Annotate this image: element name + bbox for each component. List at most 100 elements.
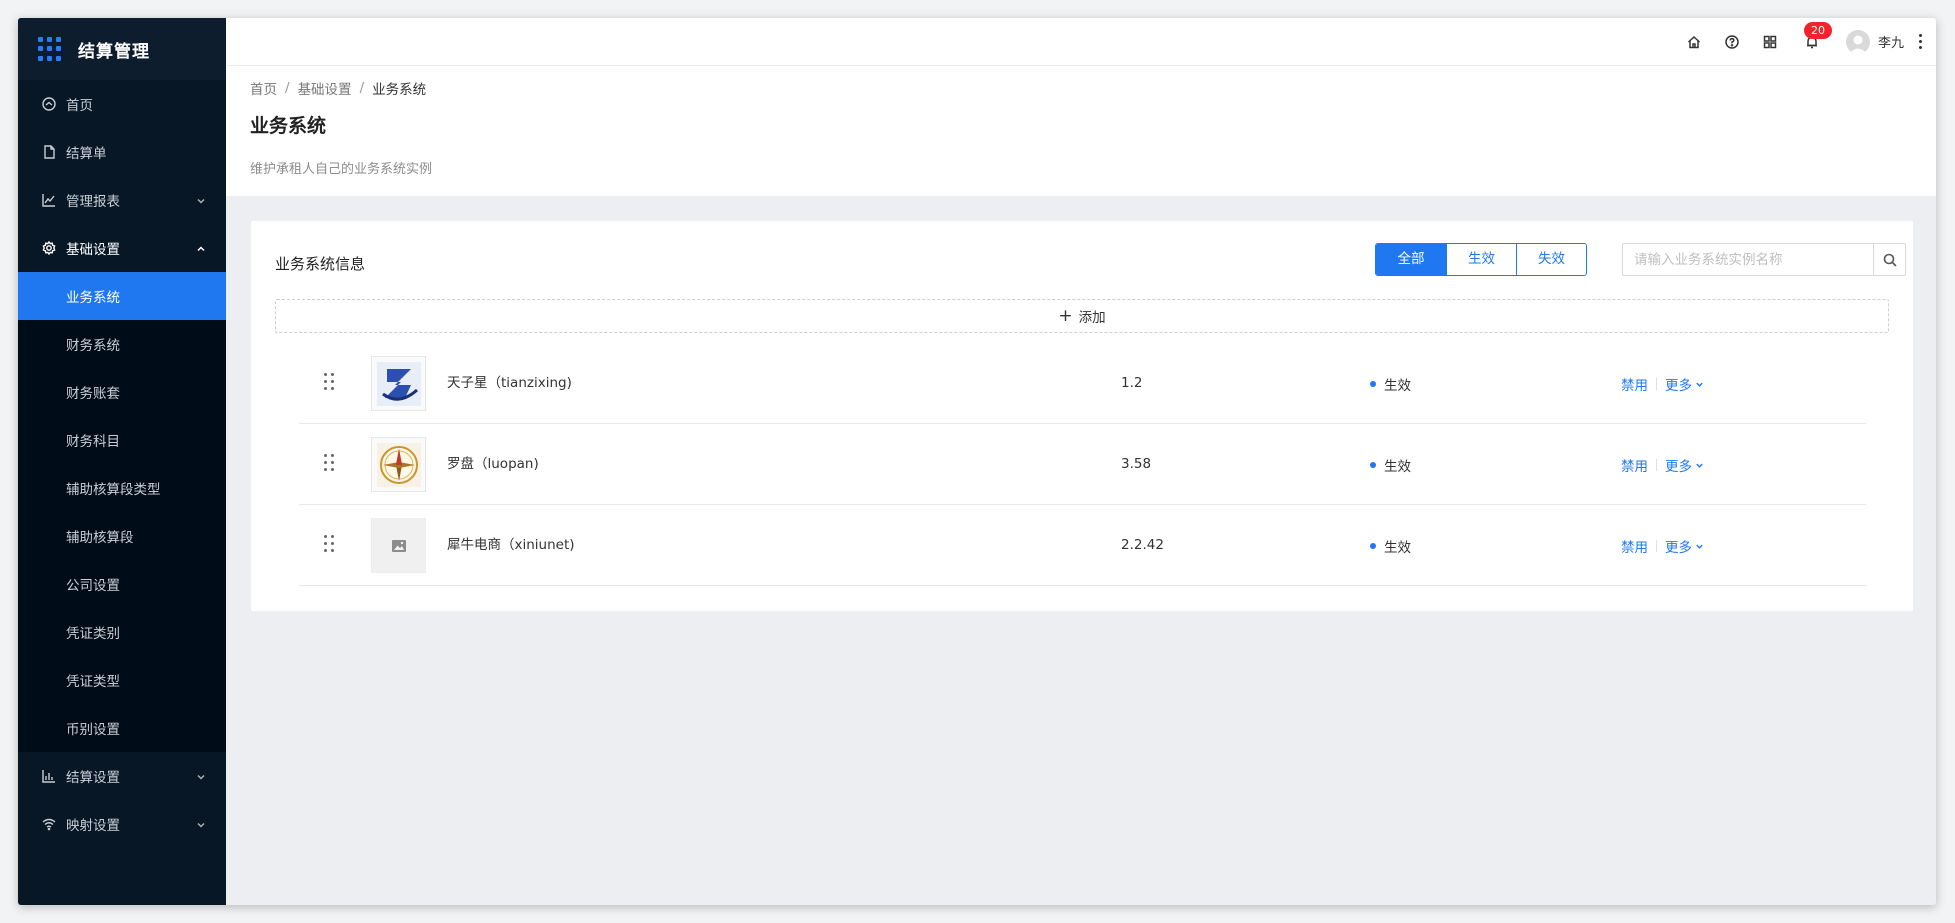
sidebar-item-business-system[interactable]: 业务系统 bbox=[18, 272, 226, 320]
chevron-up-icon bbox=[196, 242, 206, 252]
chevron-down-icon bbox=[196, 770, 206, 780]
breadcrumb: 首页 / 基础设置 / 业务系统 bbox=[250, 78, 1936, 98]
sidebar: 结算管理 首页 结算单 管理报表 基础设置 业务系统 财务系统 财务账套 财务科… bbox=[18, 18, 226, 905]
apps-grid-icon[interactable] bbox=[1762, 34, 1778, 50]
status-dot bbox=[1370, 381, 1376, 387]
sidebar-nav: 首页 结算单 管理报表 基础设置 bbox=[18, 80, 226, 272]
page-description: 维护承租人自己的业务系统实例 bbox=[250, 162, 433, 177]
disable-button[interactable]: 禁用 bbox=[1621, 455, 1648, 475]
sidebar-item-label: 首页 bbox=[66, 98, 93, 114]
more-label: 更多 bbox=[1665, 459, 1692, 475]
breadcrumb-basic-settings[interactable]: 基础设置 bbox=[298, 78, 352, 98]
sidebar-item-aux-segment-type[interactable]: 辅助核算段类型 bbox=[18, 464, 226, 512]
page-header: 首页 / 基础设置 / 业务系统 业务系统 维护承租人自己的业务系统实例 bbox=[226, 66, 1936, 196]
disable-button[interactable]: 禁用 bbox=[1621, 536, 1648, 556]
chevron-down-icon bbox=[1696, 544, 1703, 549]
sidebar-item-company-settings[interactable]: 公司设置 bbox=[18, 560, 226, 608]
list-item: 天子星（tianzixing) 1.2 生效 禁用 更多 bbox=[299, 343, 1866, 424]
breadcrumb-home[interactable]: 首页 bbox=[250, 78, 277, 98]
file-icon bbox=[42, 145, 56, 159]
system-version: 1.2 bbox=[1121, 375, 1143, 391]
status-text: 生效 bbox=[1384, 459, 1411, 475]
sidebar-item-finance-account-set[interactable]: 财务账套 bbox=[18, 368, 226, 416]
status-badge: 生效 bbox=[1370, 455, 1411, 475]
search-input[interactable] bbox=[1623, 244, 1873, 275]
list-item: 犀牛电商（xiniunet) 2.2.42 生效 禁用 更多 bbox=[299, 505, 1866, 586]
search-box bbox=[1622, 243, 1906, 276]
divider bbox=[1656, 540, 1657, 552]
sidebar-nav-bottom: 结算设置 映射设置 bbox=[18, 752, 226, 848]
user-menu[interactable]: 李九 bbox=[1845, 29, 1904, 54]
sidebar-item-label: 结算单 bbox=[66, 146, 107, 162]
chevron-down-icon bbox=[196, 194, 206, 204]
more-dropdown[interactable]: 更多 bbox=[1665, 455, 1704, 475]
system-list: 天子星（tianzixing) 1.2 生效 禁用 更多 罗盘（luopan) … bbox=[299, 343, 1866, 586]
card-title: 业务系统信息 bbox=[275, 255, 366, 273]
breadcrumb-current: 业务系统 bbox=[372, 82, 427, 98]
sidebar-item-label: 基础设置 bbox=[66, 242, 120, 258]
sidebar-item-voucher-type[interactable]: 凭证类型 bbox=[18, 656, 226, 704]
page-title: 业务系统 bbox=[250, 115, 327, 137]
drag-handle-icon[interactable] bbox=[324, 454, 334, 472]
app-title: 结算管理 bbox=[78, 41, 150, 62]
more-label: 更多 bbox=[1665, 378, 1692, 394]
sidebar-item-home[interactable]: 首页 bbox=[18, 80, 226, 128]
gear-icon bbox=[42, 241, 56, 255]
image-placeholder-icon bbox=[371, 518, 426, 573]
filter-inactive-button[interactable]: 失效 bbox=[1516, 244, 1586, 275]
sidebar-item-finance-subject[interactable]: 财务科目 bbox=[18, 416, 226, 464]
search-icon[interactable] bbox=[1873, 244, 1905, 275]
bar-chart-icon bbox=[42, 769, 56, 783]
business-system-card: 业务系统信息 全部 生效 失效 + 添加 bbox=[251, 221, 1913, 611]
status-text: 生效 bbox=[1384, 378, 1411, 394]
system-version: 2.2.42 bbox=[1121, 537, 1164, 553]
more-vertical-icon[interactable] bbox=[1918, 33, 1922, 51]
system-name: 天子星（tianzixing) bbox=[447, 375, 572, 391]
more-dropdown[interactable]: 更多 bbox=[1665, 374, 1704, 394]
home-icon[interactable] bbox=[1686, 34, 1702, 50]
sidebar-item-finance-system[interactable]: 财务系统 bbox=[18, 320, 226, 368]
sidebar-item-label: 管理报表 bbox=[66, 194, 120, 210]
sidebar-item-settlement[interactable]: 结算单 bbox=[18, 128, 226, 176]
status-dot bbox=[1370, 543, 1376, 549]
row-actions: 禁用 更多 bbox=[1621, 536, 1704, 556]
divider bbox=[1656, 378, 1657, 390]
status-badge: 生效 bbox=[1370, 536, 1411, 556]
sidebar-item-currency-settings[interactable]: 币别设置 bbox=[18, 704, 226, 752]
add-button[interactable]: + 添加 bbox=[275, 299, 1889, 333]
disable-button[interactable]: 禁用 bbox=[1621, 374, 1648, 394]
line-chart-icon bbox=[42, 193, 56, 207]
sidebar-item-reports[interactable]: 管理报表 bbox=[18, 176, 226, 224]
drag-handle-icon[interactable] bbox=[324, 373, 334, 391]
basic-settings-submenu: 业务系统 财务系统 财务账套 财务科目 辅助核算段类型 辅助核算段 公司设置 凭… bbox=[18, 272, 226, 752]
row-actions: 禁用 更多 bbox=[1621, 374, 1704, 394]
app-grid-logo-icon bbox=[38, 37, 62, 61]
sidebar-item-aux-segment[interactable]: 辅助核算段 bbox=[18, 512, 226, 560]
help-icon[interactable] bbox=[1724, 34, 1740, 50]
filter-all-button[interactable]: 全部 bbox=[1376, 244, 1446, 275]
sidebar-item-basic-settings[interactable]: 基础设置 bbox=[18, 224, 226, 272]
system-version: 3.58 bbox=[1121, 456, 1152, 472]
app-window: 结算管理 首页 结算单 管理报表 基础设置 业务系统 财务系统 财务账套 财务科… bbox=[18, 18, 1936, 905]
status-text: 生效 bbox=[1384, 540, 1411, 556]
sidebar-item-settlement-settings[interactable]: 结算设置 bbox=[18, 752, 226, 800]
chevron-down-icon bbox=[1696, 382, 1703, 387]
plus-icon: + bbox=[1058, 305, 1073, 326]
divider bbox=[1656, 459, 1657, 471]
top-bar: 20 李九 bbox=[226, 18, 1936, 66]
filter-active-button[interactable]: 生效 bbox=[1446, 244, 1516, 275]
chevron-down-icon bbox=[196, 818, 206, 828]
more-label: 更多 bbox=[1665, 540, 1692, 556]
sidebar-item-voucher-category[interactable]: 凭证类别 bbox=[18, 608, 226, 656]
list-item: 罗盘（luopan) 3.58 生效 禁用 更多 bbox=[299, 424, 1866, 505]
user-name: 李九 bbox=[1877, 36, 1904, 51]
system-name: 犀牛电商（xiniunet) bbox=[447, 537, 575, 553]
breadcrumb-separator: / bbox=[359, 80, 365, 96]
notification-badge: 20 bbox=[1803, 21, 1832, 39]
dashboard-icon bbox=[42, 97, 56, 111]
breadcrumb-separator: / bbox=[285, 80, 290, 96]
drag-handle-icon[interactable] bbox=[324, 535, 334, 553]
sidebar-item-mapping-settings[interactable]: 映射设置 bbox=[18, 800, 226, 848]
more-dropdown[interactable]: 更多 bbox=[1665, 536, 1704, 556]
bell-icon[interactable]: 20 bbox=[1803, 21, 1832, 50]
